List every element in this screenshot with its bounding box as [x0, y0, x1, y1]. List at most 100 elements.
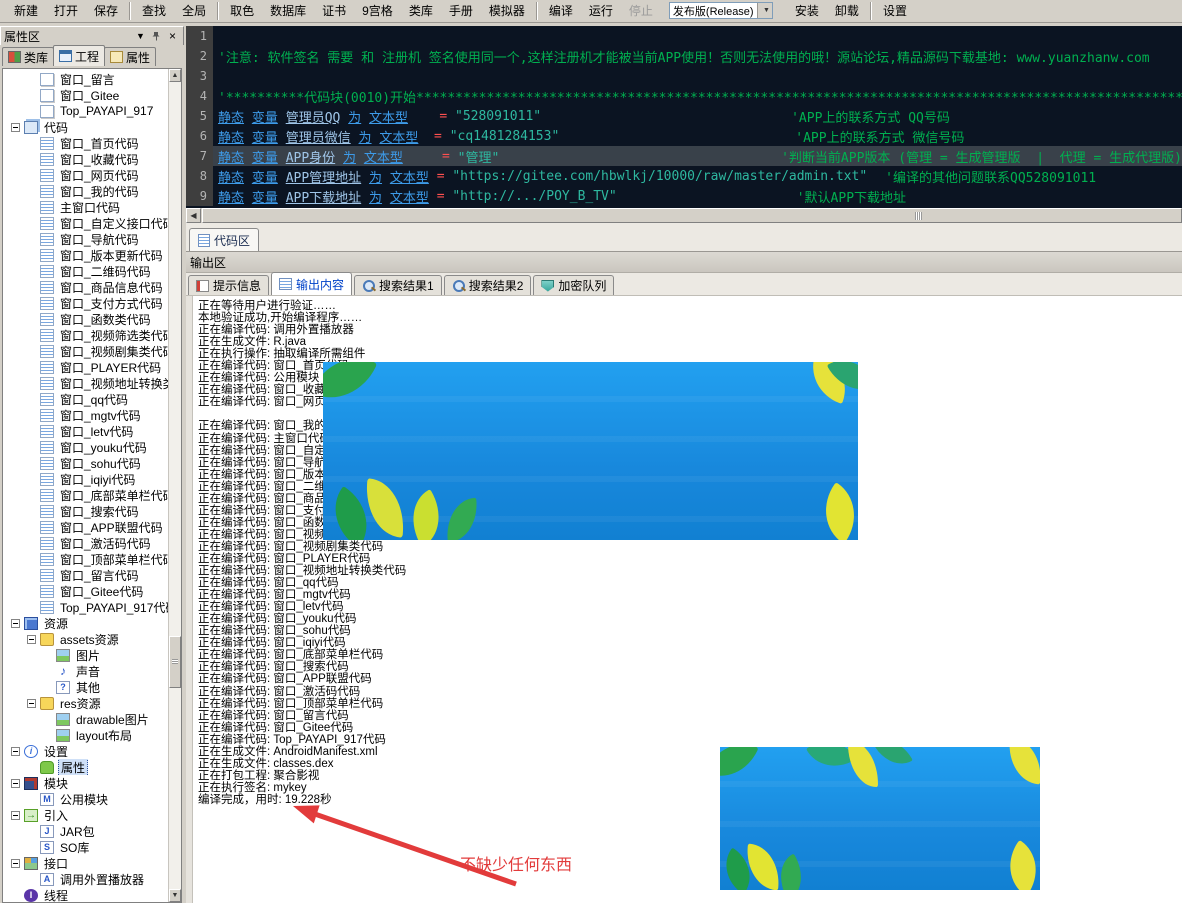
tree-item[interactable]: 接口: [3, 855, 181, 871]
tree-item[interactable]: 窗口_Gitee: [3, 87, 181, 103]
output-tab[interactable]: 输出内容: [271, 272, 352, 295]
scroll-up-icon[interactable]: ▲: [169, 69, 181, 82]
tree-item[interactable]: drawable图片: [3, 711, 181, 727]
toolbar-button[interactable]: 保存: [86, 1, 126, 20]
output-tab[interactable]: 加密队列: [533, 275, 614, 295]
sidebar-tab[interactable]: 属性: [104, 47, 156, 66]
tree-item[interactable]: 窗口_qq代码: [3, 391, 181, 407]
toolbar-button[interactable]: 9宫格: [354, 1, 401, 20]
tree-expander-icon[interactable]: [11, 123, 20, 132]
tree-expander-icon[interactable]: [11, 859, 20, 868]
editor-line[interactable]: 1: [186, 26, 1182, 46]
tree-item[interactable]: 窗口_youku代码: [3, 439, 181, 455]
tree-expander-icon[interactable]: [27, 635, 36, 644]
toolbar-button[interactable]: 打开: [46, 1, 86, 20]
tree-item[interactable]: M公用模块: [3, 791, 181, 807]
tree-item[interactable]: ♪声音: [3, 663, 181, 679]
editor-line[interactable]: 7静态 变量 APP身份 为 文本型 = "管理"'判断当前APP版本 (管理 …: [186, 146, 1182, 166]
toolbar-button[interactable]: 取色: [222, 1, 262, 20]
tree-item[interactable]: 窗口_顶部菜单栏代码: [3, 551, 181, 567]
tree-item[interactable]: JJAR包: [3, 823, 181, 839]
tree-item[interactable]: 窗口_留言: [3, 71, 181, 87]
sidebar-tab[interactable]: 工程: [53, 45, 105, 66]
tree-item[interactable]: 窗口_搜索代码: [3, 503, 181, 519]
output-tab[interactable]: 搜索结果1: [354, 275, 442, 295]
code-editor[interactable]: 12'注意: 软件签名 需要 和 注册机 签名使用同一个,这样注册机才能被当前A…: [186, 26, 1182, 208]
tree-item[interactable]: i设置: [3, 743, 181, 759]
close-icon[interactable]: ×: [165, 29, 180, 43]
collapse-icon[interactable]: ▼: [133, 29, 148, 43]
tree-expander-icon[interactable]: [27, 699, 36, 708]
editor-line[interactable]: 2'注意: 软件签名 需要 和 注册机 签名使用同一个,这样注册机才能被当前AP…: [186, 46, 1182, 66]
tree-item[interactable]: res资源: [3, 695, 181, 711]
tree-item[interactable]: 窗口_底部菜单栏代码: [3, 487, 181, 503]
output-tab[interactable]: 提示信息: [188, 275, 269, 295]
editor-hscrollbar[interactable]: ◀: [186, 208, 1182, 223]
toolbar-button[interactable]: 新建: [6, 1, 46, 20]
tree-item[interactable]: 模块: [3, 775, 181, 791]
tree-item[interactable]: SSO库: [3, 839, 181, 855]
tree-item[interactable]: 代码: [3, 119, 181, 135]
tree-item[interactable]: 窗口_我的代码: [3, 183, 181, 199]
tree-item[interactable]: 窗口_mgtv代码: [3, 407, 181, 423]
sidebar-tab[interactable]: 类库: [2, 47, 54, 66]
tree-item[interactable]: 窗口_收藏代码: [3, 151, 181, 167]
toolbar-button[interactable]: 编译: [541, 1, 581, 20]
tree-scrollbar[interactable]: ▲ ▼: [168, 69, 181, 902]
tree-expander-icon[interactable]: [11, 779, 20, 788]
tree-item[interactable]: Top_PAYAPI_917代码: [3, 599, 181, 615]
toolbar-button[interactable]: 卸载: [827, 1, 867, 20]
toolbar-button[interactable]: 查找: [134, 1, 174, 20]
editor-line[interactable]: 5静态 变量 管理员QQ 为 文本型 = "528091011"'APP上的联系…: [186, 106, 1182, 126]
tree-item[interactable]: 窗口_iqiyi代码: [3, 471, 181, 487]
chevron-down-icon[interactable]: ▼: [757, 3, 772, 18]
tree-item[interactable]: ?其他: [3, 679, 181, 695]
tree-item[interactable]: 窗口_PLAYER代码: [3, 359, 181, 375]
editor-line[interactable]: 9静态 变量 APP下载地址 为 文本型 = "http://.../POY_B…: [186, 186, 1182, 206]
editor-line[interactable]: 4'**********代码块(0010)开始*****************…: [186, 86, 1182, 106]
toolbar-button[interactable]: 模拟器: [481, 1, 533, 20]
tree-item[interactable]: →引入: [3, 807, 181, 823]
scroll-left-icon[interactable]: ◀: [186, 208, 201, 223]
tree-item[interactable]: 资源: [3, 615, 181, 631]
toolbar-button[interactable]: 数据库: [262, 1, 314, 20]
tree-item[interactable]: assets资源: [3, 631, 181, 647]
tree-expander-icon[interactable]: [11, 619, 20, 628]
scroll-down-icon[interactable]: ▼: [169, 889, 181, 902]
pin-icon[interactable]: [149, 29, 164, 43]
tree-item[interactable]: 窗口_视频剧集类代码: [3, 343, 181, 359]
tree-item[interactable]: 窗口_letv代码: [3, 423, 181, 439]
toolbar-button[interactable]: 安装: [787, 1, 827, 20]
tree-item[interactable]: 窗口_自定义接口代码: [3, 215, 181, 231]
tree-item[interactable]: layout布局: [3, 727, 181, 743]
editor-line[interactable]: 6静态 变量 管理员微信 为 文本型 = "cq1481284153"'APP上…: [186, 126, 1182, 146]
tree-item[interactable]: 主窗口代码: [3, 199, 181, 215]
tree-expander-icon[interactable]: [11, 811, 20, 820]
tree-item[interactable]: 窗口_支付方式代码: [3, 295, 181, 311]
tab-code-area[interactable]: 代码区: [189, 228, 259, 251]
editor-line[interactable]: 3: [186, 66, 1182, 86]
output-tab[interactable]: 搜索结果2: [444, 275, 532, 295]
editor-line[interactable]: 8静态 变量 APP管理地址 为 文本型 = "https://gitee.co…: [186, 166, 1182, 186]
tree-item[interactable]: 窗口_导航代码: [3, 231, 181, 247]
scrollbar-thumb[interactable]: [169, 636, 181, 688]
tree-item[interactable]: I线程: [3, 887, 181, 903]
toolbar-button[interactable]: 类库: [401, 1, 441, 20]
tree-item[interactable]: 窗口_首页代码: [3, 135, 181, 151]
tree-item[interactable]: 窗口_激活码代码: [3, 535, 181, 551]
hscrollbar-thumb[interactable]: [202, 208, 1182, 223]
tree-item[interactable]: 窗口_版本更新代码: [3, 247, 181, 263]
tree-item[interactable]: 窗口_二维码代码: [3, 263, 181, 279]
tree-item[interactable]: Top_PAYAPI_917: [3, 103, 181, 119]
tree-item[interactable]: 窗口_函数类代码: [3, 311, 181, 327]
tree-item[interactable]: 窗口_Gitee代码: [3, 583, 181, 599]
toolbar-button[interactable]: 全局: [174, 1, 214, 20]
tree-item[interactable]: A调用外置播放器: [3, 871, 181, 887]
tree-item[interactable]: 窗口_商品信息代码: [3, 279, 181, 295]
tree-item[interactable]: 窗口_网页代码: [3, 167, 181, 183]
tree-item[interactable]: 属性: [3, 759, 181, 775]
tree-item[interactable]: 窗口_视频筛选类代码: [3, 327, 181, 343]
toolbar-button[interactable]: 证书: [314, 1, 354, 20]
tree-item[interactable]: 窗口_视频地址转换类代码: [3, 375, 181, 391]
tree-item[interactable]: 窗口_sohu代码: [3, 455, 181, 471]
